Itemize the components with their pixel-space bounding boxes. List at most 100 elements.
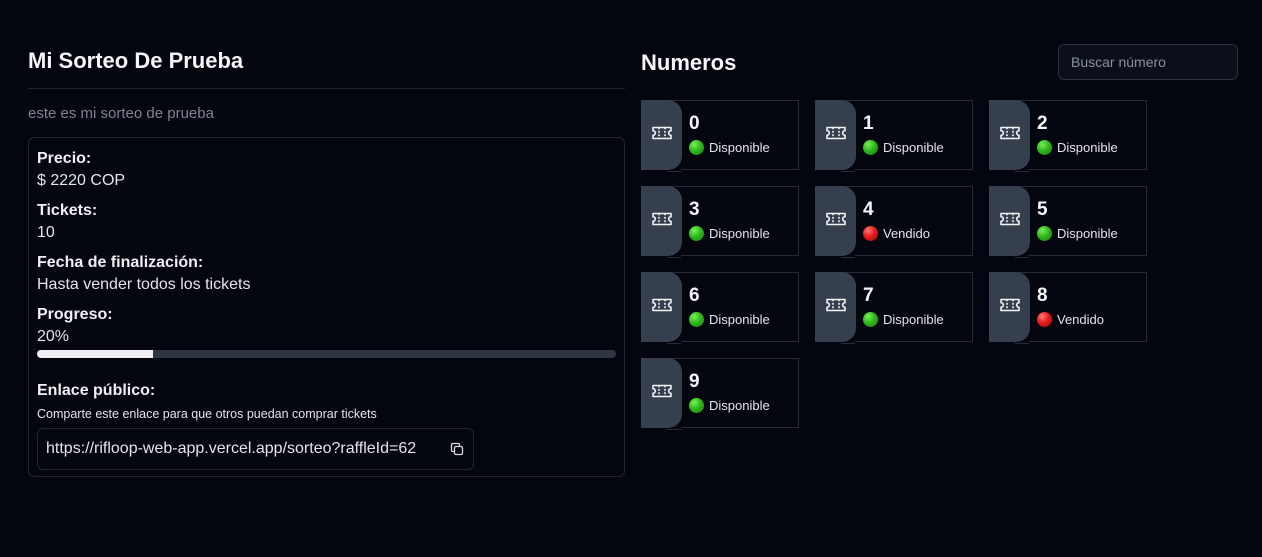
public-link-helper: Comparte este enlace para que otros pued… [37, 407, 377, 421]
status-dot-icon [689, 140, 704, 155]
ticket-number: 5 [1037, 199, 1048, 220]
ticket-status-label: Vendido [883, 226, 930, 241]
ticket-status: Disponible [689, 226, 798, 241]
ticket-card-6[interactable]: 6 Disponible [641, 272, 799, 344]
public-link-url[interactable]: https://rifloop-web-app.vercel.app/sorte… [46, 440, 416, 458]
ticket-stub [641, 100, 682, 170]
ticket-icon [651, 297, 673, 318]
price-label: Precio: [37, 150, 92, 167]
title-divider [28, 88, 625, 89]
ticket-number: 8 [1037, 285, 1048, 306]
ticket-stub [641, 358, 682, 428]
status-dot-icon [689, 398, 704, 413]
status-dot-icon [863, 140, 878, 155]
status-dot-icon [689, 226, 704, 241]
ticket-number: 2 [1037, 113, 1048, 134]
ticket-status: Disponible [1037, 226, 1146, 241]
ticket-body: 4 Vendido [841, 186, 973, 258]
ticket-body: 9 Disponible [667, 358, 799, 430]
ticket-status: Disponible [863, 140, 972, 155]
tickets-value: 10 [37, 224, 55, 241]
ticket-body: 7 Disponible [841, 272, 973, 344]
ticket-icon [651, 125, 673, 146]
ticket-status: Vendido [1037, 312, 1146, 327]
ticket-number: 4 [863, 199, 874, 220]
ticket-icon [999, 125, 1021, 146]
ticket-number: 3 [689, 199, 700, 220]
ticket-stub [815, 272, 856, 342]
ticket-status: Disponible [1037, 140, 1146, 155]
end-date-label: Fecha de finalización: [37, 254, 204, 271]
ticket-card-0[interactable]: 0 Disponible [641, 100, 799, 172]
ticket-icon [825, 125, 847, 146]
ticket-card-7[interactable]: 7 Disponible [815, 272, 973, 344]
ticket-icon [651, 383, 673, 404]
ticket-status-label: Disponible [883, 312, 944, 327]
ticket-body: 5 Disponible [1015, 186, 1147, 258]
ticket-status-label: Disponible [709, 226, 770, 241]
progress-bar [37, 350, 616, 358]
ticket-number: 6 [689, 285, 700, 306]
ticket-icon [999, 297, 1021, 318]
status-dot-icon [863, 226, 878, 241]
ticket-card-2[interactable]: 2 Disponible [989, 100, 1147, 172]
raffle-details: Mi Sorteo De Prueba este es mi sorteo de… [28, 44, 625, 477]
price-value: $ 2220 COP [37, 172, 126, 189]
public-link-box: https://rifloop-web-app.vercel.app/sorte… [37, 428, 474, 470]
ticket-card-8[interactable]: 8 Vendido [989, 272, 1147, 344]
ticket-status: Disponible [689, 312, 798, 327]
ticket-body: 1 Disponible [841, 100, 973, 172]
ticket-number: 0 [689, 113, 700, 134]
end-date-value: Hasta vender todos los tickets [37, 276, 251, 293]
ticket-stub [989, 100, 1030, 170]
status-dot-icon [1037, 226, 1052, 241]
ticket-stub [989, 186, 1030, 256]
raffle-description: este es mi sorteo de prueba [28, 105, 214, 122]
status-dot-icon [1037, 140, 1052, 155]
ticket-number: 7 [863, 285, 874, 306]
ticket-body: 2 Disponible [1015, 100, 1147, 172]
ticket-icon [999, 211, 1021, 232]
copy-icon[interactable] [449, 441, 465, 457]
ticket-status-label: Disponible [709, 312, 770, 327]
ticket-status-label: Vendido [1057, 312, 1104, 327]
status-dot-icon [689, 312, 704, 327]
ticket-card-5[interactable]: 5 Disponible [989, 186, 1147, 258]
status-dot-icon [1037, 312, 1052, 327]
numbers-title: Numeros [641, 50, 737, 75]
progress-label: Progreso: [37, 306, 113, 323]
raffle-title: Mi Sorteo De Prueba [28, 48, 244, 73]
ticket-status-label: Disponible [1057, 140, 1118, 155]
ticket-stub [989, 272, 1030, 342]
ticket-card-3[interactable]: 3 Disponible [641, 186, 799, 258]
public-link-label: Enlace público: [37, 382, 156, 399]
ticket-number: 1 [863, 113, 874, 134]
ticket-icon [651, 211, 673, 232]
numbers-header: Numeros [641, 44, 1238, 80]
ticket-body: 3 Disponible [667, 186, 799, 258]
ticket-stub [815, 186, 856, 256]
ticket-status-label: Disponible [709, 140, 770, 155]
ticket-status: Disponible [863, 312, 972, 327]
ticket-stub [815, 100, 856, 170]
ticket-status: Disponible [689, 140, 798, 155]
ticket-body: 6 Disponible [667, 272, 799, 344]
ticket-number: 9 [689, 371, 700, 392]
numbers-panel: Numeros 0 Disponible 1 Disponible 2 Disponibl… [641, 44, 1238, 430]
progress-value: 20% [37, 328, 70, 345]
ticket-stub [641, 186, 682, 256]
tickets-label: Tickets: [37, 202, 98, 219]
search-input[interactable] [1058, 44, 1238, 80]
ticket-stub [641, 272, 682, 342]
ticket-status-label: Disponible [1057, 226, 1118, 241]
ticket-status-label: Disponible [883, 140, 944, 155]
ticket-icon [825, 211, 847, 232]
ticket-icon [825, 297, 847, 318]
ticket-body: 0 Disponible [667, 100, 799, 172]
ticket-card-4[interactable]: 4 Vendido [815, 186, 973, 258]
status-dot-icon [863, 312, 878, 327]
ticket-card-1[interactable]: 1 Disponible [815, 100, 973, 172]
raffle-info-card: Precio: $ 2220 COP Tickets: 10 Fecha de … [28, 137, 625, 477]
ticket-card-9[interactable]: 9 Disponible [641, 358, 799, 430]
ticket-status: Vendido [863, 226, 972, 241]
